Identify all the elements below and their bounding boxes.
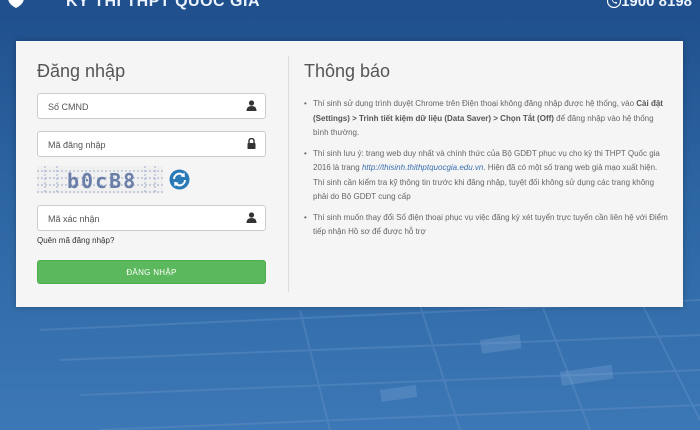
id-number-input[interactable] xyxy=(46,94,240,120)
notice-item: Thí sinh muốn thay đổi Số điện thoại phụ… xyxy=(304,211,669,240)
notice-item: Thí sinh sử dụng trình duyệt Chrome trên… xyxy=(304,97,669,141)
notice-list: Thí sinh sử dụng trình duyệt Chrome trên… xyxy=(304,97,669,246)
id-number-field[interactable] xyxy=(37,93,266,120)
user-icon xyxy=(246,212,257,223)
lock-icon xyxy=(247,138,256,149)
login-button[interactable]: ĐĂNG NHẬP xyxy=(37,260,266,284)
forgot-code-link[interactable]: Quên mã đăng nhập? xyxy=(37,236,114,245)
brand-title: KỲ THI THPT QUỐC GIA xyxy=(66,0,260,10)
hotline-number: 1900 8198 xyxy=(621,0,692,10)
captcha-text: b0cB8 xyxy=(67,169,137,193)
notice-title: Thông báo xyxy=(304,61,391,81)
user-icon xyxy=(246,100,257,111)
notice-item: Thí sinh lưu ý: trang web duy nhất và ch… xyxy=(304,147,669,205)
login-title: Đăng nhập xyxy=(37,61,126,81)
official-site-link[interactable]: http://thisinh.thithptquocgia.edu.vn xyxy=(362,163,483,172)
captcha-image: b0cB8 xyxy=(37,166,163,194)
phone-icon xyxy=(607,0,621,8)
shield-logo-icon xyxy=(8,0,24,8)
login-code-input[interactable] xyxy=(46,132,240,158)
refresh-icon[interactable] xyxy=(169,169,190,190)
verification-code-input[interactable] xyxy=(46,206,240,232)
main-panel: Đăng nhập Số CMND b0cB8 Mã xác nhận Quên… xyxy=(16,41,683,307)
login-code-field[interactable] xyxy=(37,131,266,158)
section-divider xyxy=(288,56,289,292)
verification-code-field[interactable] xyxy=(37,205,266,232)
top-header: KỲ THI THPT QUỐC GIA 1900 8198 xyxy=(0,0,700,30)
